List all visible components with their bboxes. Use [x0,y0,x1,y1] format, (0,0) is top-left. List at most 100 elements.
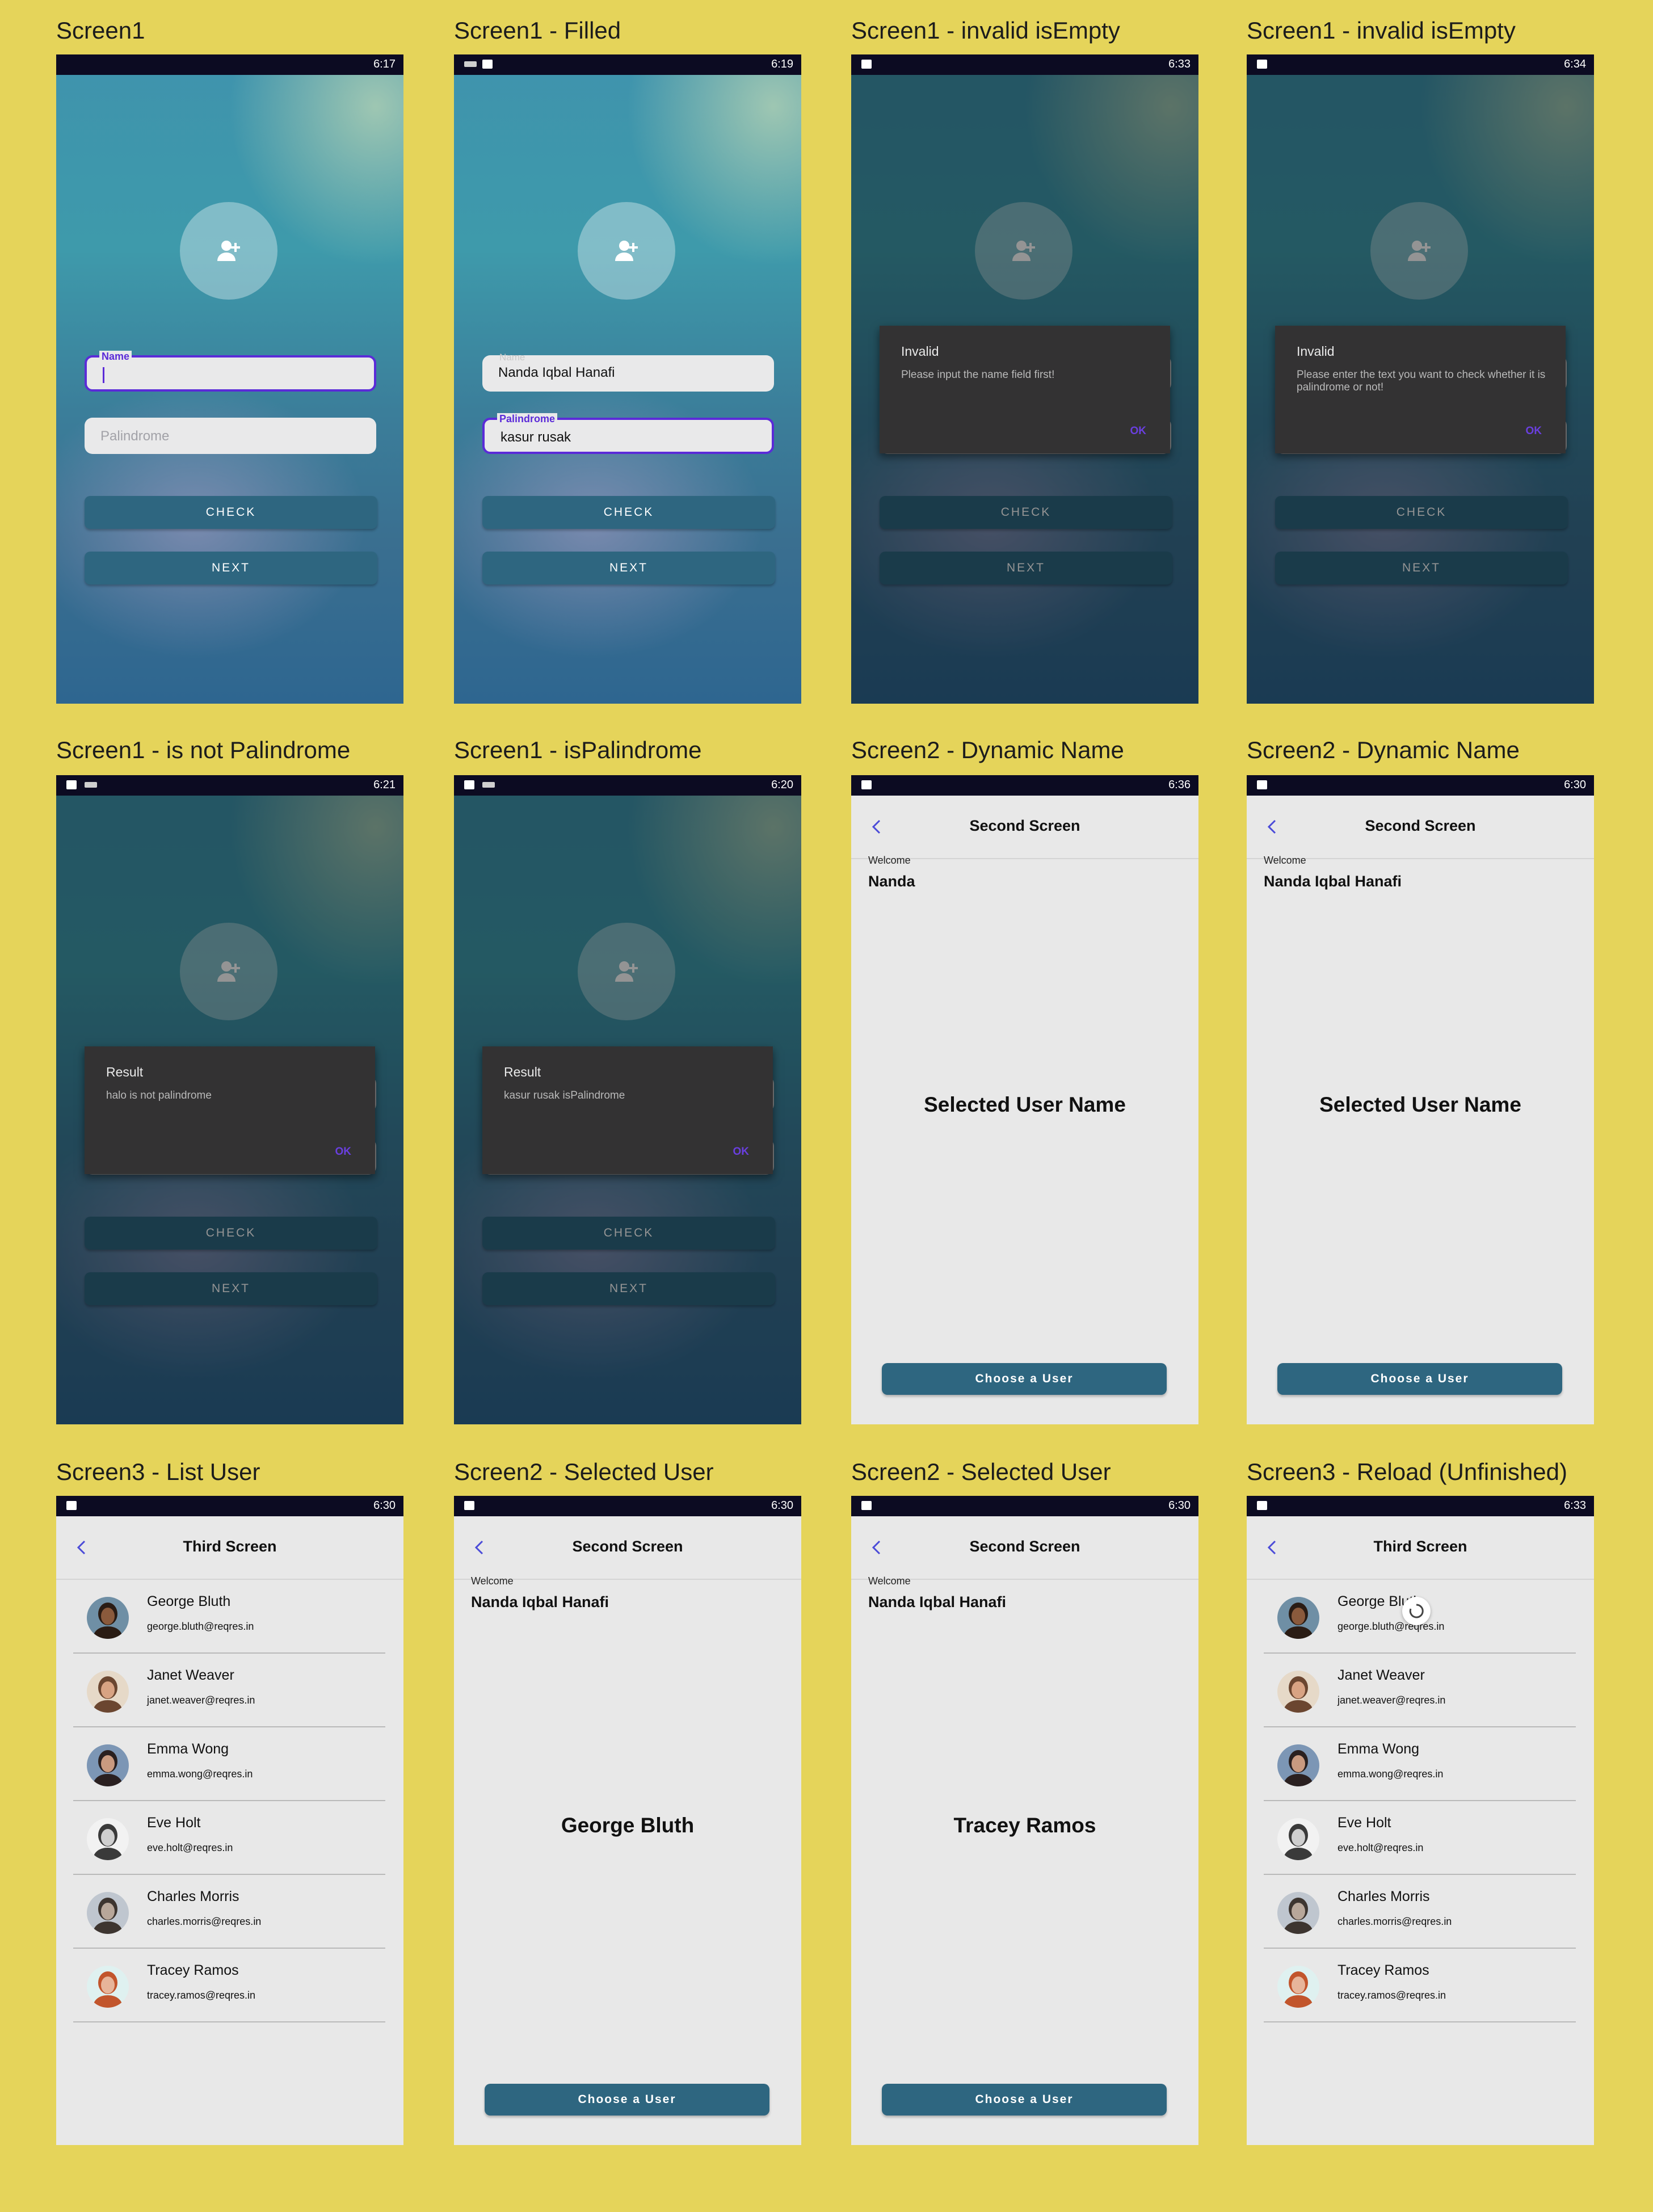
list-item-email: eve.holt@reqres.in [147,1842,233,1853]
list-item-name: Janet Weaver [147,1667,234,1683]
keyboard-icon [464,61,477,67]
phone-screen: 6:36 Second Screen Welcome Nanda Selected Us… [851,775,1198,1424]
user-name: Nanda [868,873,915,890]
selected-user-name: Tracey Ramos [953,1814,1096,1837]
dialog-message: kasur rusak isPalindrome [504,1090,625,1101]
user-name: Nanda Iqbal Hanafi [471,1593,609,1610]
phone-screen: 6:34 CHECK NEXT Invalid Please enter the tex… [1247,54,1594,704]
image-icon [66,780,77,789]
status-time: 6:30 [373,1499,396,1512]
dialog-ok-button[interactable]: OK [1526,425,1542,438]
list-item[interactable]: Eve Holt eve.holt@reqres.in [73,1801,385,1875]
name-field[interactable]: Name [85,351,376,392]
frame-title: Screen1 - invalid isEmpty [1247,17,1516,44]
phone-screen: 6:30 Second Screen Welcome Nanda Iqbal Hana… [1247,775,1594,1424]
dialog-message: Please enter the text you want to check … [1297,369,1546,393]
list-item-email: janet.weaver@reqres.in [147,1694,255,1706]
status-bar: 6:30 [851,1496,1198,1516]
list-item-name: Tracey Ramos [1337,1962,1429,1978]
choose-user-button[interactable]: Choose a User [485,2084,769,2116]
avatar [87,1744,129,1786]
image-icon [482,60,493,69]
selected-user-name: George Bluth [561,1814,695,1837]
image-icon [1257,1501,1267,1510]
frame-title: Screen1 - invalid isEmpty [851,17,1120,44]
list-item-name: Eve Holt [147,1815,201,1831]
refresh-spinner-icon [1402,1597,1431,1625]
frame-title: Screen3 - Reload (Unfinished) [1247,1458,1567,1485]
list-item-email: tracey.ramos@reqres.in [1337,1990,1446,2001]
choose-user-button[interactable]: Choose a User [1277,1363,1562,1395]
phone-screen: 6:33 Third Screen George Bluth george.bluth… [1247,1496,1594,2145]
name-field-label: Name [499,352,525,363]
status-bar: 6:34 [1247,54,1594,75]
status-bar: 6:33 [1247,1496,1594,1516]
list-item[interactable]: Tracey Ramos tracey.ramos@reqres.in [1264,1949,1576,2022]
app-bar: Third Screen [1247,1516,1594,1580]
name-field[interactable]: Name Nanda Iqbal Hanafi [482,352,774,392]
list-item-email: janet.weaver@reqres.in [1337,1694,1446,1706]
choose-user-button[interactable]: Choose a User [882,2084,1167,2116]
list-item-email: eve.holt@reqres.in [1337,1842,1424,1853]
status-bar: 6:33 [851,54,1198,75]
list-item[interactable]: Charles Morris charles.morris@reqres.in [73,1875,385,1949]
list-item-name: Emma Wong [147,1741,229,1757]
list-item[interactable]: Emma Wong emma.wong@reqres.in [1264,1727,1576,1801]
list-item-name: George Bluth [147,1593,231,1609]
list-item[interactable]: Tracey Ramos tracey.ramos@reqres.in [73,1949,385,2022]
avatar [1277,1744,1319,1786]
frame-title: Screen2 - Selected User [851,1458,1111,1485]
next-button[interactable]: NEXT [482,552,775,584]
list-item[interactable]: George Bluth george.bluth@reqres.in [73,1580,385,1654]
list-item-email: george.bluth@reqres.in [1337,1621,1445,1632]
avatar [87,1818,129,1860]
dialog-ok-button[interactable]: OK [335,1146,352,1158]
check-button[interactable]: CHECK [85,496,377,529]
name-field-label: Name [99,351,132,363]
frame-title: Screen2 - Dynamic Name [1247,737,1520,763]
list-item-email: george.bluth@reqres.in [147,1621,254,1632]
next-button[interactable]: NEXT [85,552,377,584]
user-name: Nanda Iqbal Hanafi [1264,873,1402,890]
alert-dialog: Result halo is not palindrome OK [85,1046,375,1174]
list-item-name: Charles Morris [1337,1889,1430,1904]
alert-dialog: Result kasur rusak isPalindrome OK [482,1046,773,1174]
add-person-icon [217,241,240,261]
choose-user-button[interactable]: Choose a User [882,1363,1167,1395]
dialog-message: Please input the name field first! [901,369,1055,381]
app-bar: Second Screen [851,796,1198,859]
status-time: 6:30 [771,1499,793,1512]
palindrome-field[interactable]: Palindrome kasur rusak [482,413,774,454]
list-item[interactable]: Charles Morris charles.morris@reqres.in [1264,1875,1576,1949]
check-button[interactable]: CHECK [482,496,775,529]
dialog-title: Invalid [1297,344,1335,359]
avatar [87,1597,129,1639]
app-bar-title: Second Screen [969,1538,1080,1555]
frame-title: Screen2 - Dynamic Name [851,737,1124,763]
phone-screen: 6:33 CHECK NEXT Invalid Please input the nam… [851,54,1198,704]
image-icon [66,1501,77,1510]
dialog-ok-button[interactable]: OK [733,1146,750,1158]
dialog-ok-button[interactable]: OK [1130,425,1147,438]
palindrome-field[interactable]: Palindrome [85,418,376,454]
frame-title: Screen3 - List User [56,1458,260,1485]
avatar [1277,1966,1319,2008]
avatar [1277,1597,1319,1639]
frame-title: Screen1 - isPalindrome [454,737,702,763]
list-item[interactable]: Janet Weaver janet.weaver@reqres.in [73,1654,385,1727]
dialog-title: Invalid [901,344,939,359]
welcome-label: Welcome [868,1575,911,1587]
frame-title: Screen2 - Selected User [454,1458,714,1485]
app-bar: Third Screen [56,1516,403,1580]
list-item-name: Janet Weaver [1337,1667,1425,1683]
phone-screen: 6:30 Second Screen Welcome Nanda Iqbal Hana… [851,1496,1198,2145]
list-item[interactable]: Janet Weaver janet.weaver@reqres.in [1264,1654,1576,1727]
welcome-label: Welcome [471,1575,514,1587]
keyboard-icon [482,782,495,788]
selected-user-name: Selected User Name [1319,1093,1521,1116]
avatar [87,1892,129,1934]
frame-title: Screen1 - is not Palindrome [56,737,351,763]
list-item[interactable]: Emma Wong emma.wong@reqres.in [73,1727,385,1801]
app-bar-title: Second Screen [572,1538,683,1555]
list-item[interactable]: Eve Holt eve.holt@reqres.in [1264,1801,1576,1875]
